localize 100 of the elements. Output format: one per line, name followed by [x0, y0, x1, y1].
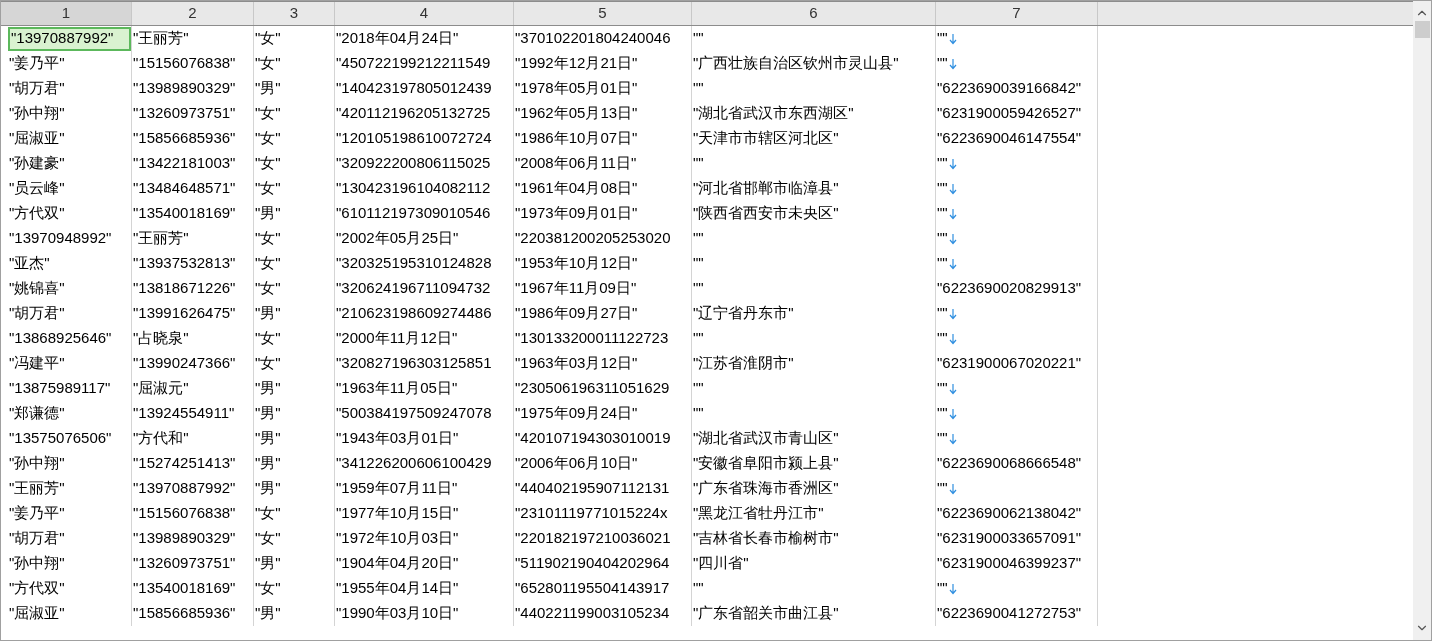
table-cell[interactable]: "女" [254, 327, 281, 350]
table-cell[interactable]: "" [936, 202, 948, 225]
table-cell[interactable]: "6231900059426527" [936, 102, 1082, 125]
table-cell[interactable]: "男" [254, 302, 281, 325]
table-cell[interactable]: "屈淑亚" [8, 602, 65, 625]
table-cell[interactable]: "1955年04月14日" [335, 577, 459, 600]
table-cell[interactable]: "" [936, 427, 948, 450]
table-cell[interactable]: "1943年03月01日" [335, 427, 459, 450]
table-cell[interactable]: "辽宁省丹东市" [692, 302, 794, 325]
table-cell[interactable]: "" [692, 77, 704, 100]
table-cell[interactable]: "黑龙江省牡丹江市" [692, 502, 824, 525]
table-cell[interactable]: "2002年05月25日" [335, 227, 459, 250]
table-cell[interactable]: "130133200011122723 [514, 327, 669, 350]
table-cell[interactable]: "湖北省武汉市青山区" [692, 427, 839, 450]
table-cell[interactable]: "1973年09月01日" [514, 202, 638, 225]
table-cell[interactable]: "孙中翔" [8, 452, 65, 475]
table-cell[interactable]: "姚锦喜" [8, 277, 65, 300]
table-cell[interactable]: "13540018169" [132, 577, 236, 600]
table-cell[interactable]: "屈淑元" [132, 377, 189, 400]
table-cell[interactable]: "652801195504143917 [514, 577, 670, 600]
table-cell[interactable]: "23101119771015224x [514, 502, 668, 525]
table-cell[interactable]: "440402195907112131 [514, 477, 670, 500]
table-cell[interactable]: "320922200806115025 [335, 152, 491, 175]
table-cell[interactable]: "230506196311051629 [514, 377, 670, 400]
table-cell[interactable]: "方代和" [132, 427, 189, 450]
table-cell[interactable]: "1975年09月24日" [514, 402, 638, 425]
table-cell[interactable]: "方代双" [8, 202, 65, 225]
table-cell[interactable]: "13484648571" [132, 177, 236, 200]
table-cell[interactable]: "13924554911" [132, 402, 235, 425]
table-cell[interactable]: "" [692, 402, 704, 425]
table-cell[interactable]: "孙中翔" [8, 552, 65, 575]
table-cell[interactable]: "女" [254, 277, 281, 300]
table-cell[interactable]: "员云峰" [8, 177, 65, 200]
table-cell[interactable]: "13868925646" [8, 327, 112, 350]
table-cell[interactable]: "1977年10月15日" [335, 502, 459, 525]
table-cell[interactable]: "" [936, 377, 948, 400]
table-cell[interactable]: "6231900067020221" [936, 352, 1082, 375]
table-cell[interactable]: "四川省" [692, 552, 749, 575]
table-cell[interactable]: "15274251413" [132, 452, 236, 475]
table-cell[interactable]: "女" [254, 127, 281, 150]
table-cell[interactable]: "13875989117" [8, 377, 111, 400]
table-cell[interactable]: "王丽芳" [132, 27, 189, 50]
table-cell[interactable]: "1992年12月21日" [514, 52, 638, 75]
table-cell[interactable]: "" [936, 252, 948, 275]
table-cell[interactable]: "女" [254, 27, 281, 50]
table-cell[interactable]: "610112197309010546 [335, 202, 491, 225]
table-cell[interactable]: "男" [254, 602, 281, 625]
table-cell[interactable]: "女" [254, 102, 281, 125]
table-cell[interactable]: "13991626475" [132, 302, 236, 325]
table-cell[interactable]: "500384197509247078 [335, 402, 492, 425]
table-cell[interactable]: "陕西省西安市未央区" [692, 202, 839, 225]
table-cell[interactable]: "王丽芳" [8, 477, 65, 500]
table-cell[interactable]: "450722199212211549 [335, 52, 491, 75]
table-cell[interactable]: "亚杰" [8, 252, 50, 275]
table-cell[interactable]: "13422181003" [132, 152, 236, 175]
table-cell[interactable]: "320827196303125851 [335, 352, 492, 375]
table-cell[interactable]: "" [936, 302, 948, 325]
table-cell[interactable]: "1953年10月12日" [514, 252, 638, 275]
table-cell[interactable]: "" [692, 577, 704, 600]
table-cell[interactable]: "胡万君" [8, 302, 65, 325]
table-cell[interactable]: "胡万君" [8, 77, 65, 100]
table-cell[interactable]: "冯建平" [8, 352, 65, 375]
table-cell[interactable]: "" [692, 252, 704, 275]
table-cell[interactable]: "13260973751" [132, 102, 236, 125]
table-cell[interactable]: "13989890329" [132, 77, 236, 100]
table-cell[interactable]: "" [936, 177, 948, 200]
table-cell[interactable]: "1962年05月13日" [514, 102, 638, 125]
table-cell[interactable]: "方代双" [8, 577, 65, 600]
table-cell[interactable]: "男" [254, 477, 281, 500]
table-cell[interactable]: "女" [254, 227, 281, 250]
table-cell[interactable]: "" [936, 27, 948, 50]
table-cell[interactable]: "13970948992" [8, 227, 112, 250]
table-cell[interactable]: "15856685936" [132, 127, 236, 150]
table-cell[interactable]: "王丽芳" [132, 227, 189, 250]
table-cell[interactable]: "湖北省武汉市东西湖区" [692, 102, 854, 125]
table-cell[interactable]: "1963年03月12日" [514, 352, 638, 375]
table-cell[interactable]: "姜乃平" [8, 502, 65, 525]
table-cell[interactable]: "天津市市辖区河北区" [692, 127, 839, 150]
column-header[interactable]: 1 [1, 2, 132, 25]
table-cell[interactable]: "13970887992" [132, 477, 236, 500]
table-cell[interactable]: "男" [254, 552, 281, 575]
table-cell[interactable]: "孙中翔" [8, 102, 65, 125]
table-cell[interactable]: "420112196205132725 [335, 102, 491, 125]
table-cell[interactable]: "1904年04月20日" [335, 552, 459, 575]
table-cell[interactable]: "男" [254, 402, 281, 425]
table-cell[interactable]: "孙建豪" [8, 152, 65, 175]
table-cell[interactable]: "广西壮族自治区钦州市灵山县" [692, 52, 899, 75]
table-cell[interactable]: "1961年04月08日" [514, 177, 638, 200]
table-cell[interactable]: "女" [254, 352, 281, 375]
table-cell[interactable]: "2000年11月12日" [335, 327, 458, 350]
table-cell[interactable]: "341226200606100429 [335, 452, 492, 475]
table-cell[interactable]: "男" [254, 452, 281, 475]
table-cell[interactable]: "15156076838" [132, 502, 236, 525]
table-cell[interactable]: "胡万君" [8, 527, 65, 550]
table-cell[interactable]: "220381200205253020 [514, 227, 671, 250]
table-cell[interactable]: "男" [254, 77, 281, 100]
table-cell[interactable]: "2008年06月11日" [514, 152, 637, 175]
table-cell[interactable]: "6231900033657091" [936, 527, 1082, 550]
table-cell[interactable]: "屈淑亚" [8, 127, 65, 150]
table-cell[interactable]: "320624196711094732 [335, 277, 491, 300]
